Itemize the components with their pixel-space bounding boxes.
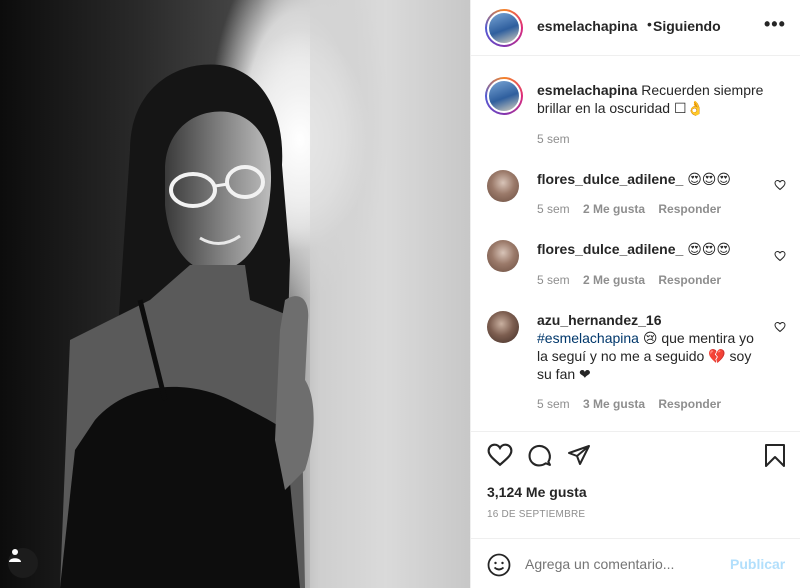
- add-comment-bar: Publicar: [471, 538, 800, 588]
- comment-like-icon[interactable]: [774, 320, 786, 336]
- author-avatar[interactable]: [485, 9, 523, 47]
- photo-illustration: [60, 0, 470, 588]
- comment-text: flores_dulce_adilene_ 😍😍😍: [537, 240, 767, 258]
- paper-plane-icon[interactable]: [567, 444, 591, 470]
- comment-meta: 5 sem 3 Me gusta Responder: [537, 397, 721, 411]
- likes-count[interactable]: 3,124 Me gusta: [487, 484, 587, 500]
- comment-text: azu_hernandez_16 #esmelachapina 😢 que me…: [537, 311, 767, 383]
- more-options-icon[interactable]: •••: [764, 14, 786, 35]
- caption-avatar[interactable]: [485, 77, 523, 115]
- comment-username[interactable]: azu_hernandez_16: [537, 312, 662, 328]
- comment-time[interactable]: 5 sem: [537, 202, 570, 216]
- comment-text: flores_dulce_adilene_ 😍😍😍: [537, 170, 767, 188]
- publish-button[interactable]: Publicar: [730, 556, 785, 572]
- user-tag-icon[interactable]: [8, 548, 38, 578]
- reply-button[interactable]: Responder: [658, 202, 721, 216]
- comment-mention[interactable]: #esmelachapina: [537, 330, 639, 346]
- commenter-avatar[interactable]: [487, 311, 519, 343]
- following-button[interactable]: Siguiendo: [653, 18, 721, 34]
- commenter-avatar[interactable]: [487, 240, 519, 272]
- comment-icon[interactable]: [527, 443, 552, 471]
- emoji-icon[interactable]: [487, 553, 511, 580]
- header-separator: •: [647, 16, 652, 32]
- caption-time[interactable]: 5 sem: [537, 132, 570, 146]
- reply-button[interactable]: Responder: [658, 273, 721, 287]
- post-date[interactable]: 16 DE SEPTIEMBRE: [487, 509, 585, 520]
- commenter-avatar[interactable]: [487, 170, 519, 202]
- caption-username[interactable]: esmelachapina: [537, 82, 637, 98]
- comment-meta: 5 sem 2 Me gusta Responder: [537, 273, 721, 287]
- heart-icon[interactable]: [487, 443, 513, 470]
- comment-input[interactable]: [525, 556, 725, 572]
- comment-likes[interactable]: 2 Me gusta: [583, 202, 645, 216]
- comment-body: 😍😍😍: [687, 171, 731, 187]
- comment-likes[interactable]: 2 Me gusta: [583, 273, 645, 287]
- comment-username[interactable]: flores_dulce_adilene_: [537, 241, 683, 257]
- comment-body: 😍😍😍: [687, 241, 731, 257]
- post-photo[interactable]: [0, 0, 470, 588]
- comment-username[interactable]: flores_dulce_adilene_: [537, 171, 683, 187]
- comment-meta: 5 sem 2 Me gusta Responder: [537, 202, 721, 216]
- comment-like-icon[interactable]: [774, 249, 786, 265]
- bookmark-icon[interactable]: [764, 443, 786, 471]
- comment-time[interactable]: 5 sem: [537, 397, 570, 411]
- post-details-panel: esmelachapina • Siguiendo ••• esmelachap…: [470, 0, 800, 588]
- comment-likes[interactable]: 3 Me gusta: [583, 397, 645, 411]
- author-username[interactable]: esmelachapina: [537, 18, 637, 34]
- caption-text: esmelachapina Recuerden siempre brillar …: [537, 81, 783, 117]
- comment-time[interactable]: 5 sem: [537, 273, 570, 287]
- reply-button[interactable]: Responder: [658, 397, 721, 411]
- actions-divider: [471, 431, 800, 432]
- post-header: esmelachapina • Siguiendo •••: [471, 0, 800, 56]
- comment-like-icon[interactable]: [774, 178, 786, 194]
